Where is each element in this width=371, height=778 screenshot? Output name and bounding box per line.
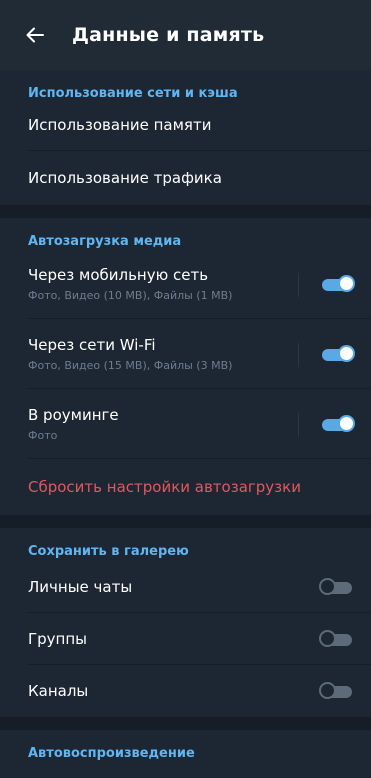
section-gap bbox=[0, 717, 371, 730]
section-title-autoplay: Автовоспроизведение bbox=[28, 746, 195, 761]
autodownload-mobile-label: Через мобильную сеть bbox=[28, 266, 209, 284]
back-button[interactable] bbox=[24, 24, 46, 46]
section-gap bbox=[0, 205, 371, 218]
toggle-knob bbox=[319, 630, 336, 647]
storage-usage-label: Использование памяти bbox=[28, 116, 212, 134]
section-title-network: Использование сети и кэша bbox=[28, 86, 238, 101]
autoplay-section: Автовоспроизведение bbox=[0, 730, 371, 778]
storage-usage-item[interactable]: Использование памяти bbox=[0, 99, 371, 151]
gallery-groups-toggle[interactable] bbox=[319, 629, 355, 649]
data-storage-screen: Данные и память Использование сети и кэш… bbox=[0, 0, 371, 778]
gallery-private-chats-toggle[interactable] bbox=[319, 577, 355, 597]
gallery-channels-label: Каналы bbox=[28, 682, 89, 700]
top-app-bar: Данные и память bbox=[0, 0, 371, 70]
section-title-gallery: Сохранить в галерею bbox=[28, 544, 189, 559]
autodownload-mobile-sub: Фото, Видео (10 MB), Файлы (1 MB) bbox=[28, 289, 233, 302]
reset-autodownload-button[interactable]: Сбросить настройки автозагрузки bbox=[0, 459, 371, 515]
autodownload-roaming-sub: Фото bbox=[28, 429, 58, 442]
gallery-channels-item[interactable]: Каналы bbox=[0, 665, 371, 717]
autodownload-wifi-label: Через сети Wi-Fi bbox=[28, 336, 156, 354]
section-gap bbox=[0, 515, 371, 528]
autodownload-mobile-item[interactable]: Через мобильную сеть Фото, Видео (10 MB)… bbox=[0, 249, 371, 319]
autodownload-wifi-toggle[interactable] bbox=[319, 344, 355, 364]
gallery-private-chats-item[interactable]: Личные чаты bbox=[0, 561, 371, 613]
toggle-knob bbox=[338, 415, 355, 432]
vertical-separator bbox=[298, 343, 299, 367]
vertical-separator bbox=[298, 273, 299, 297]
save-to-gallery-section: Сохранить в галерею Личные чаты Группы К… bbox=[0, 528, 371, 717]
vertical-separator bbox=[298, 413, 299, 437]
network-usage-section: Использование сети и кэша Использование … bbox=[0, 70, 371, 205]
toggle-knob bbox=[338, 275, 355, 292]
gallery-groups-label: Группы bbox=[28, 630, 88, 648]
autodownload-wifi-sub: Фото, Видео (15 MB), Файлы (3 MB) bbox=[28, 359, 233, 372]
toggle-knob bbox=[319, 682, 336, 699]
section-title-autodownload: Автозагрузка медиа bbox=[28, 234, 182, 249]
gallery-private-chats-label: Личные чаты bbox=[28, 578, 133, 596]
autodownload-wifi-item[interactable]: Через сети Wi-Fi Фото, Видео (15 MB), Фа… bbox=[0, 319, 371, 389]
autodownload-section: Автозагрузка медиа Через мобильную сеть … bbox=[0, 218, 371, 515]
autodownload-mobile-toggle[interactable] bbox=[319, 274, 355, 294]
autodownload-roaming-label: В роуминге bbox=[28, 406, 119, 424]
toggle-knob bbox=[338, 345, 355, 362]
page-title: Данные и память bbox=[72, 24, 265, 46]
traffic-usage-item[interactable]: Использование трафика bbox=[0, 151, 371, 205]
arrow-left-icon bbox=[26, 27, 44, 43]
autodownload-roaming-toggle[interactable] bbox=[319, 414, 355, 434]
reset-autodownload-label: Сбросить настройки автозагрузки bbox=[28, 478, 301, 496]
gallery-groups-item[interactable]: Группы bbox=[0, 613, 371, 665]
gallery-channels-toggle[interactable] bbox=[319, 681, 355, 701]
autodownload-roaming-item[interactable]: В роуминге Фото bbox=[0, 389, 371, 459]
toggle-knob bbox=[319, 578, 336, 595]
traffic-usage-label: Использование трафика bbox=[28, 169, 222, 187]
